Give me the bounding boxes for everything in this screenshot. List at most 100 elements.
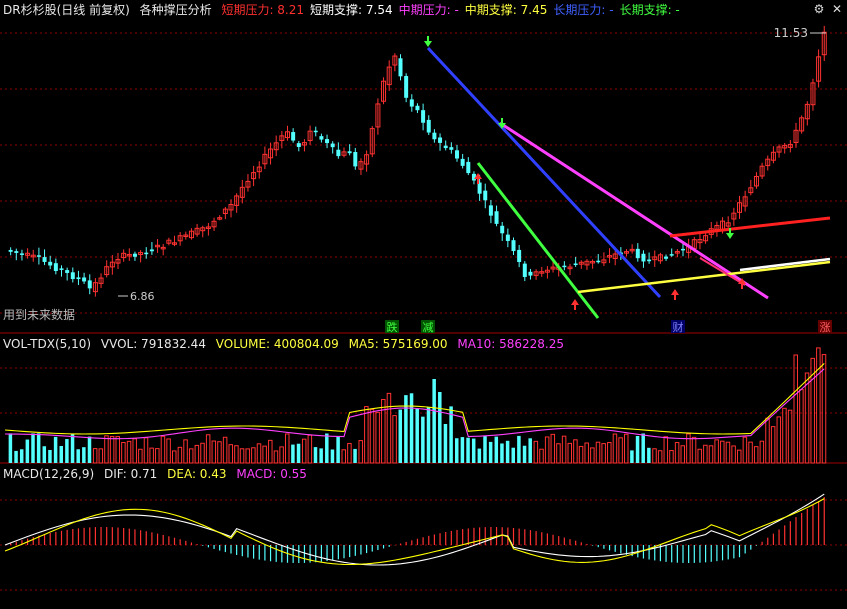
green-down-arrow [424, 41, 432, 47]
candle-body [432, 132, 437, 140]
volume-bar [98, 448, 104, 464]
green-down-arrow [726, 233, 734, 239]
volume-bar [92, 448, 98, 464]
volume-bar [228, 444, 233, 464]
volume-bar [804, 372, 810, 464]
volume-bar [296, 443, 301, 463]
macd-indicator-name[interactable]: MACD(12,26,9) [3, 467, 94, 481]
header-item-2: 中期压力: - [398, 3, 459, 17]
volume-bar [364, 406, 369, 464]
volume-bar [59, 445, 63, 463]
volume-bar [782, 407, 787, 464]
ma10-value: MA10: 586228.25 [457, 337, 564, 351]
volume-bar [720, 440, 725, 464]
volume-bar [31, 433, 35, 463]
volume-bar [703, 444, 708, 464]
volume-indicator-name[interactable]: VOL-TDX(5,10) [3, 337, 91, 351]
candle-body [76, 277, 81, 280]
candle-body [483, 190, 488, 201]
candle-body [681, 248, 685, 251]
volume-bar [607, 442, 612, 464]
trend-lines [426, 46, 831, 319]
volume-ma10-line [4, 368, 825, 440]
volume-bar [415, 408, 419, 463]
volume-bar [70, 434, 75, 463]
volume-bar [87, 436, 92, 463]
volume-bar [245, 448, 250, 464]
candle-body [42, 257, 47, 262]
close-icon[interactable]: ✕ [830, 2, 844, 16]
volume-bar [143, 437, 149, 464]
candle-body [296, 143, 301, 147]
candle-body [48, 261, 53, 266]
volume-bar [115, 436, 120, 464]
volume-bar [787, 409, 793, 464]
vvol-value: VVOL: 791832.44 [100, 337, 206, 351]
volume-bar [432, 379, 436, 463]
volume-bar [65, 439, 69, 463]
volume-bar [630, 450, 634, 463]
stock-chart-canvas: 11.53 6.86 用到未来数据跌 减 财 涨 [0, 25, 847, 591]
volume-bar [262, 445, 267, 464]
candle-body [82, 277, 87, 282]
candle-body [53, 263, 58, 271]
volume-bar [291, 444, 295, 463]
macd-lines [4, 493, 825, 566]
volume-bar [539, 448, 544, 464]
event-marker-cai: 财 [673, 320, 684, 334]
volume-bar [194, 444, 200, 464]
volume-bar [488, 441, 493, 463]
volume-bar [748, 441, 753, 464]
volume-bar [799, 389, 804, 464]
red-up-arrow [571, 299, 579, 305]
volume-bar [222, 436, 228, 464]
settings-icon[interactable]: ⚙ [812, 2, 826, 16]
volume-value: VOLUME: 400804.09 [215, 337, 339, 351]
volume-bar [635, 436, 640, 463]
volume-bar [285, 433, 290, 464]
volume-bar [573, 439, 578, 464]
volume-bar [522, 445, 527, 463]
volume-bar [641, 433, 645, 463]
volume-bar [398, 409, 402, 463]
candle-body [409, 99, 414, 107]
event-marker-jian: 减 [423, 321, 434, 334]
main-chart-header: DR杉杉股(日线 前复权) 各种撑压分析 短期压力: 8.21 短期支撑: 7.5… [3, 2, 692, 18]
candle-body [59, 268, 64, 270]
trend-line-3 [577, 260, 831, 294]
volume-bar [404, 395, 408, 463]
volume-bar [42, 446, 47, 463]
volume-bar [578, 445, 584, 464]
volume-bar [325, 433, 329, 463]
volume-bar [737, 449, 742, 464]
header-item-1: 短期支撑: 7.54 [310, 3, 393, 17]
volume-bar [471, 438, 476, 463]
macd-value: MACD: 0.55 [236, 467, 307, 481]
volume-bar [155, 448, 160, 464]
volume-bar [561, 435, 567, 464]
volume-bar [793, 354, 798, 464]
candle-body [664, 256, 669, 259]
volume-bar [82, 447, 86, 463]
volume-bar [347, 442, 352, 464]
volume-bar [821, 354, 827, 464]
stock-title[interactable]: DR杉杉股(日线 前复权) [3, 3, 130, 17]
volume-bar [14, 450, 18, 463]
trend-line-0 [426, 46, 662, 299]
volume-bar [177, 446, 183, 464]
volume-bar [239, 448, 245, 464]
candle-body [426, 119, 431, 133]
volume-bar [273, 450, 279, 464]
candle-body [8, 249, 13, 252]
volume-bar [443, 423, 448, 463]
chart-text-labels: 11.53 6.86 用到未来数据跌 减 财 涨 [3, 26, 832, 334]
indicator-name[interactable]: 各种撑压分析 [140, 3, 212, 17]
volume-bar [409, 393, 414, 463]
volume-bar [109, 435, 115, 464]
candle-body [291, 132, 296, 141]
volume-bar [166, 438, 171, 464]
volume-bar [8, 433, 13, 463]
volume-bar [612, 433, 618, 464]
candle-body [325, 139, 330, 144]
candle-body [635, 248, 640, 259]
